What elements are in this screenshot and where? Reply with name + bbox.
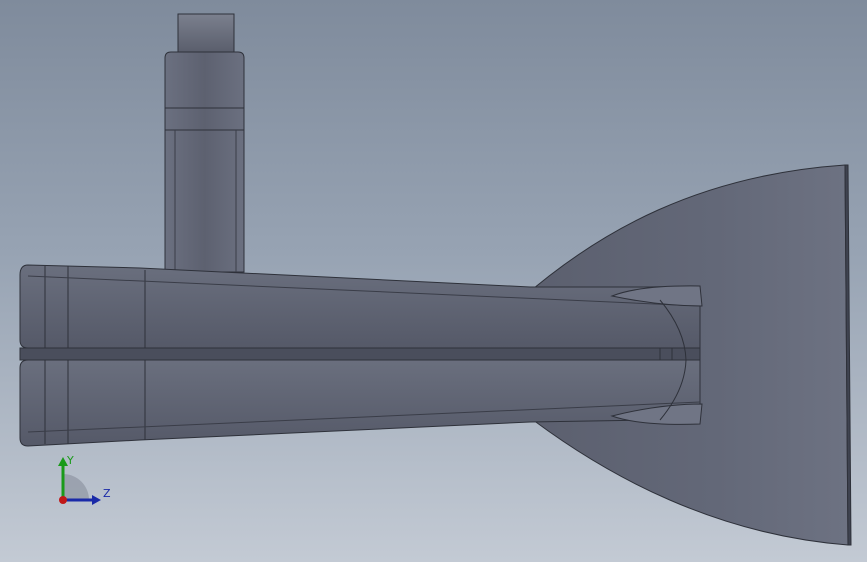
triad-quarter-disc <box>63 474 89 500</box>
post-top-cap[interactable] <box>177 13 235 53</box>
x-axis-dot <box>59 496 67 504</box>
graphics-viewport[interactable]: Y Z <box>0 0 867 562</box>
y-axis-label: Y <box>66 454 74 467</box>
3d-model-part[interactable] <box>0 0 867 562</box>
center-slot <box>19 347 701 361</box>
z-axis-label: Z <box>103 487 111 500</box>
post-shaft[interactable] <box>164 129 245 273</box>
z-axis-arrow <box>92 495 101 505</box>
coordinate-triad: Y Z <box>58 454 111 505</box>
post-upper-block[interactable] <box>164 51 245 131</box>
